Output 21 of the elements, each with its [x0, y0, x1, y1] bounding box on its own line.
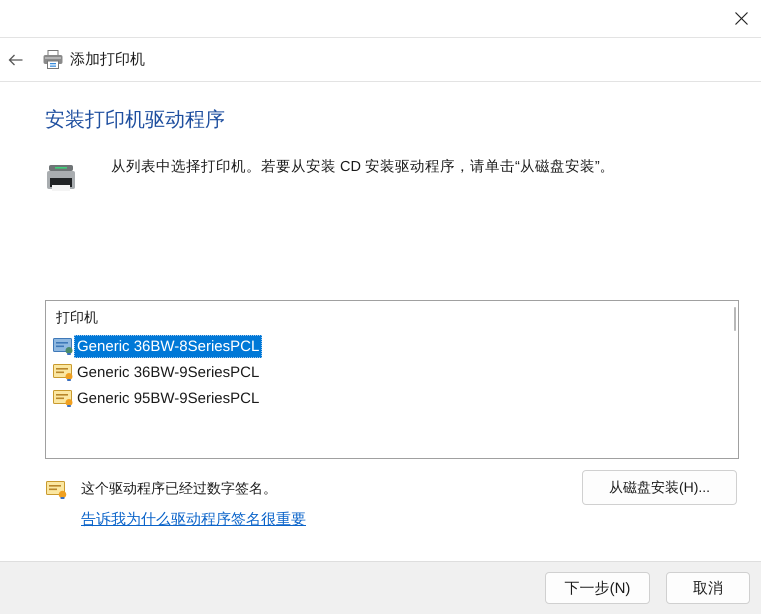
printer-icon: [43, 50, 63, 69]
signature-info-link[interactable]: 告诉我为什么驱动程序签名很重要: [81, 510, 306, 530]
printer-option[interactable]: Generic 95BW-9SeriesPCL: [74, 386, 262, 410]
printer-option[interactable]: Generic 36BW-9SeriesPCL: [74, 360, 262, 384]
scrollbar-thumb[interactable]: [734, 307, 736, 331]
driver-certificate-icon: [53, 364, 73, 380]
instruction-text: 从列表中选择打印机。若要从安装 CD 安装驱动程序，请单击“从磁盘安装”。: [111, 158, 615, 177]
next-button[interactable]: 下一步(N): [545, 572, 650, 604]
have-disk-button[interactable]: 从磁盘安装(H)...: [582, 470, 737, 505]
list-header: 打印机: [56, 308, 98, 327]
window-title: 添加打印机: [70, 50, 145, 69]
driver-certificate-icon: [46, 481, 67, 499]
printer-option[interactable]: Generic 36BW-8SeriesPCL: [74, 334, 262, 358]
driver-certificate-icon: [53, 390, 73, 406]
signature-status-text: 这个驱动程序已经过数字签名。: [81, 479, 277, 498]
close-icon: [734, 12, 748, 25]
driver-certificate-icon: [53, 338, 73, 354]
page-heading: 安装打印机驱动程序: [45, 108, 225, 133]
cancel-button[interactable]: 取消: [666, 572, 750, 604]
back-arrow-icon: [8, 54, 22, 66]
printer-icon: [47, 165, 75, 191]
